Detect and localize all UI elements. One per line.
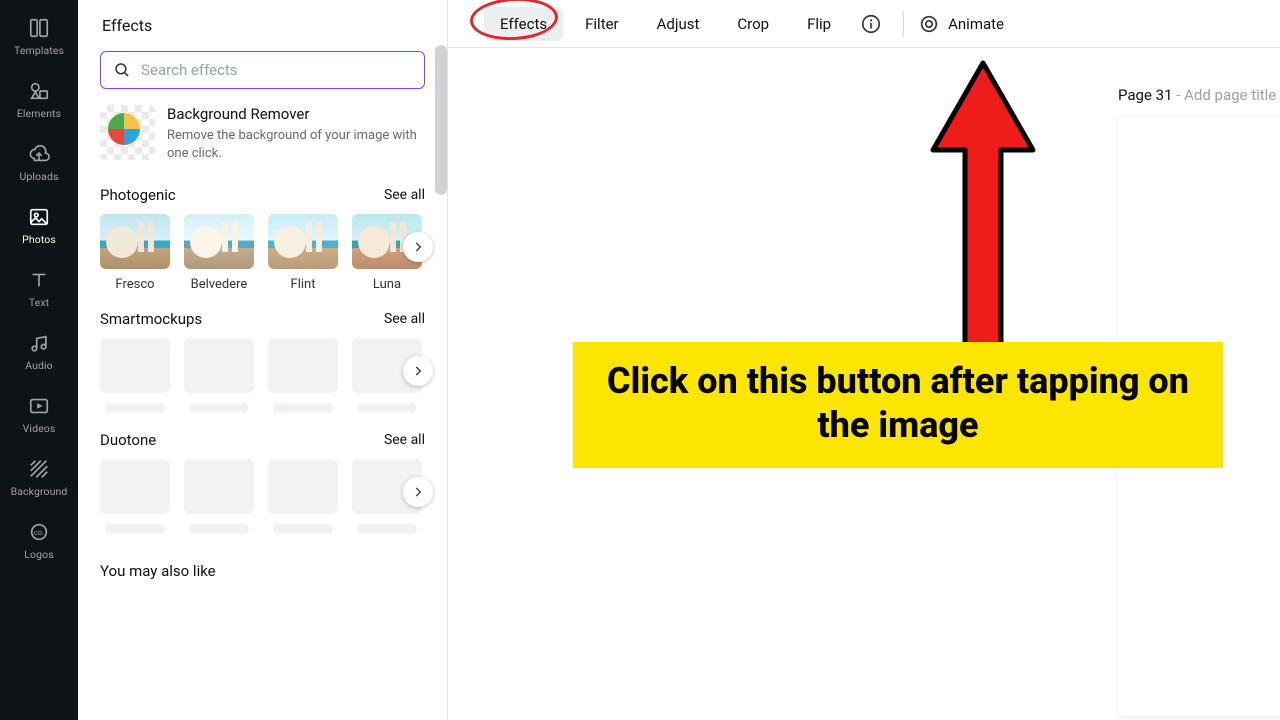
audio-icon: [27, 331, 51, 355]
chevron-right-icon: [411, 485, 425, 499]
rail-item-audio[interactable]: Audio: [0, 321, 78, 384]
effect-placeholder[interactable]: [184, 338, 254, 413]
effect-placeholder[interactable]: [268, 338, 338, 413]
rail-item-videos[interactable]: Videos: [0, 384, 78, 447]
scroll-right-button[interactable]: [403, 232, 433, 262]
effect-label: Belvedere: [191, 277, 248, 292]
animate-icon: [918, 13, 940, 35]
rail-label: Background: [11, 485, 68, 498]
animate-label: Animate: [948, 15, 1004, 33]
background-remover-card[interactable]: Background Remover Remove the background…: [100, 103, 425, 164]
see-all-link[interactable]: See all: [384, 311, 425, 327]
chevron-right-icon: [411, 240, 425, 254]
pane-title: Effects: [78, 0, 447, 43]
main-area: Effects Filter Adjust Crop Flip Animate …: [448, 0, 1280, 720]
you-may-also-like: You may also like: [78, 548, 447, 594]
rail-item-elements[interactable]: Elements: [0, 69, 78, 132]
section-photogenic: Photogenic See all Fresco Belvedere Flin…: [78, 182, 447, 306]
effect-belvedere[interactable]: Belvedere: [184, 214, 254, 292]
section-title: Photogenic: [100, 186, 176, 204]
effect-placeholder[interactable]: [268, 459, 338, 534]
see-all-link[interactable]: See all: [384, 432, 425, 448]
search-effects-input[interactable]: [100, 51, 425, 89]
rail-item-background[interactable]: Background: [0, 447, 78, 510]
effect-placeholder[interactable]: [184, 459, 254, 534]
rail-label: Uploads: [20, 170, 59, 183]
image-edit-toolbar: Effects Filter Adjust Crop Flip Animate: [448, 0, 1280, 48]
section-title: Smartmockups: [100, 310, 202, 328]
page-number: Page 31: [1118, 86, 1173, 104]
background-icon: [27, 457, 51, 481]
svg-text:co.: co.: [34, 528, 44, 537]
chevron-right-icon: [411, 364, 425, 378]
bgremover-title: Background Remover: [167, 105, 425, 123]
effect-placeholder[interactable]: [100, 338, 170, 413]
tab-adjust[interactable]: Adjust: [641, 7, 716, 41]
uploads-icon: [27, 142, 51, 166]
effect-flint[interactable]: Flint: [268, 214, 338, 292]
section-duotone: Duotone See all: [78, 427, 447, 548]
rail-item-templates[interactable]: Templates: [0, 6, 78, 69]
bgremover-desc: Remove the background of your image with…: [167, 127, 425, 162]
tab-effects[interactable]: Effects: [484, 7, 563, 41]
search-icon: [113, 60, 131, 80]
annotation-arrow: [923, 55, 1043, 355]
videos-icon: [27, 394, 51, 418]
section-title: Duotone: [100, 431, 156, 449]
rail-label: Text: [29, 296, 49, 309]
rail-item-photos[interactable]: Photos: [0, 195, 78, 258]
page-title-label[interactable]: Page 31 - Add page title: [1118, 86, 1276, 104]
logos-icon: co.: [27, 520, 51, 544]
tab-filter[interactable]: Filter: [569, 7, 635, 41]
animate-button[interactable]: Animate: [918, 13, 1004, 35]
info-button[interactable]: [859, 12, 883, 36]
annotation-callout: Click on this button after tapping on th…: [573, 342, 1223, 468]
scroll-right-button[interactable]: [403, 477, 433, 507]
info-icon: [860, 13, 882, 35]
effect-label: Fresco: [115, 277, 154, 292]
page-title-placeholder: Add page title: [1184, 86, 1276, 104]
photos-icon: [27, 205, 51, 229]
page-sep: -: [1173, 86, 1185, 104]
section-smartmockups: Smartmockups See all: [78, 306, 447, 427]
bgremover-thumb: [100, 105, 155, 160]
rail-label: Elements: [17, 107, 61, 120]
elements-icon: [27, 79, 51, 103]
effects-panel: Effects Background Remover Remove the ba…: [78, 0, 448, 720]
rail-label: Logos: [24, 548, 53, 561]
rail-item-uploads[interactable]: Uploads: [0, 132, 78, 195]
effect-placeholder[interactable]: [100, 459, 170, 534]
rail-label: Templates: [14, 44, 64, 57]
tab-crop[interactable]: Crop: [721, 7, 785, 41]
rail-label: Videos: [23, 422, 56, 435]
search-field[interactable]: [141, 61, 412, 79]
rail-label: Photos: [22, 233, 56, 246]
rail-item-text[interactable]: Text: [0, 258, 78, 321]
templates-icon: [27, 16, 51, 40]
scroll-right-button[interactable]: [403, 356, 433, 386]
divider: [903, 11, 904, 37]
tab-flip[interactable]: Flip: [791, 7, 847, 41]
text-icon: [27, 268, 51, 292]
rail-item-logos[interactable]: co. Logos: [0, 510, 78, 573]
scrollbar-thumb[interactable]: [435, 45, 447, 195]
effect-label: Flint: [291, 277, 316, 292]
effect-label: Luna: [373, 277, 401, 292]
see-all-link[interactable]: See all: [384, 187, 425, 203]
left-nav-rail: Templates Elements Uploads Photos Text A…: [0, 0, 78, 720]
rail-label: Audio: [25, 359, 53, 372]
effect-fresco[interactable]: Fresco: [100, 214, 170, 292]
